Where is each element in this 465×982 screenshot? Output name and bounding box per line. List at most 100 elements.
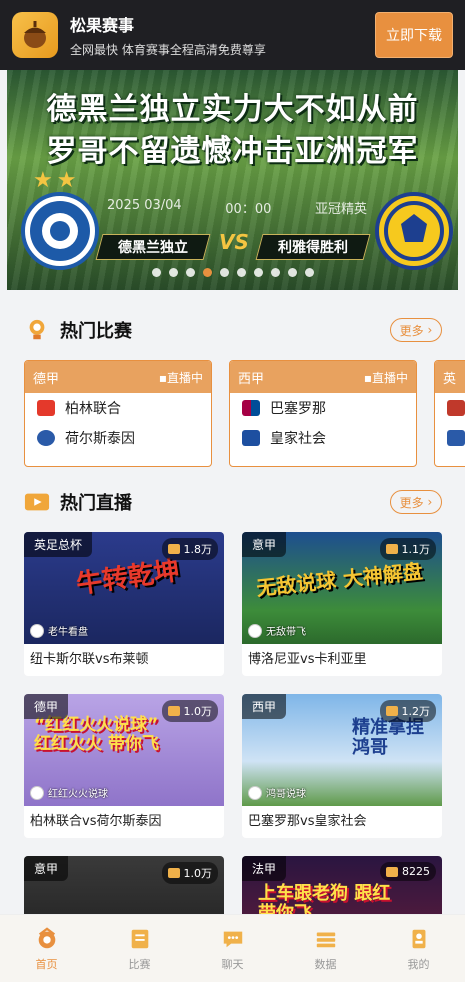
data-icon	[313, 926, 339, 952]
carousel-dot[interactable]	[185, 268, 195, 277]
banner-vs: VS	[219, 230, 249, 254]
views-badge: 1.2万	[379, 700, 436, 722]
banner-match-meta: 2025 03/04 00：00 亚冠精英	[107, 198, 367, 217]
match-card[interactable]: 德甲 ▪直播中 柏林联合 荷尔斯泰因	[24, 360, 212, 467]
bottom-tab-bar: 首页 比赛 聊天 数据 我的	[0, 914, 465, 982]
views-icon	[167, 868, 180, 878]
anchor-info: 红红火火说球	[30, 785, 108, 800]
carousel-dot-active[interactable]	[202, 268, 212, 277]
live-status: ▪直播中	[158, 370, 203, 385]
league-badge: 法甲	[242, 856, 287, 881]
profile-icon	[406, 926, 432, 952]
stream-thumbnail: 精准拿捏 鸿哥 西甲 1.2万 鸿哥说球	[242, 694, 442, 806]
league-badge: 西甲	[242, 694, 287, 719]
views-icon	[167, 544, 180, 554]
tab-data[interactable]: 数据	[279, 915, 372, 982]
live-stream-card[interactable]: 精准拿捏 鸿哥 西甲 1.2万 鸿哥说球 巴塞罗那vs皇家社会	[242, 694, 442, 838]
banner-carousel[interactable]: 德黑兰独立实力大不如从前 罗哥不留遗憾冲击亚洲冠军 ★★ 2025 03/04 …	[7, 70, 458, 290]
carousel-dot[interactable]	[304, 268, 314, 277]
hot-live-title: 热门直播	[60, 493, 132, 514]
banner-home-team: 德黑兰独立	[95, 234, 211, 260]
app-logo-icon	[12, 12, 58, 58]
holstein-kiel-crest-icon	[37, 430, 55, 446]
tab-label: 我的	[407, 957, 430, 971]
league-badge: 英足总杯	[24, 532, 93, 557]
tab-home[interactable]: 首页	[0, 915, 93, 982]
away-team	[435, 423, 465, 453]
carousel-dot[interactable]	[253, 268, 263, 277]
carousel-dot[interactable]	[287, 268, 297, 277]
banner-league: 亚冠精英	[314, 202, 367, 217]
thumbnail-caption: 精准拿捏 鸿哥	[352, 717, 424, 758]
app-info: 松果赛事 全网最快 体育赛事全程高清免费尊享	[70, 12, 375, 58]
views-badge: 1.0万	[161, 862, 218, 884]
tab-profile[interactable]: 我的	[372, 915, 465, 982]
tab-matches[interactable]: 比赛	[93, 915, 186, 982]
hot-matches-title: 热门比赛	[60, 321, 132, 342]
match-card-header: 德甲 ▪直播中	[25, 361, 211, 393]
team-crest-icon	[447, 430, 465, 446]
views-icon	[386, 866, 398, 877]
app-name: 松果赛事	[70, 16, 135, 35]
live-tv-icon	[24, 489, 50, 515]
league-badge: 意甲	[242, 532, 287, 557]
hot-live-header: 热门直播 更多 ›	[24, 487, 442, 517]
download-button[interactable]: 立即下载	[375, 12, 453, 58]
stream-thumbnail: “红红火火说球” 红红火火 带你飞 德甲 1.0万 红红火火说球	[24, 694, 224, 806]
trophy-icon	[24, 317, 50, 343]
views-icon	[167, 706, 180, 716]
anchor-info: 无敌带飞	[248, 623, 306, 638]
match-icon	[127, 926, 153, 952]
banner-away-team: 利雅得胜利	[255, 234, 371, 260]
league-badge: 意甲	[24, 856, 69, 881]
hot-live-more-button[interactable]: 更多 ›	[390, 490, 442, 514]
away-team: 荷尔斯泰因	[25, 423, 211, 453]
hot-matches-list: 德甲 ▪直播中 柏林联合 荷尔斯泰因 西甲 ▪直播中 巴塞罗那 皇家社会 英	[24, 360, 465, 468]
hot-matches-more-button[interactable]: 更多 ›	[390, 318, 442, 342]
stream-thumbnail: 牛转乾坤 英足总杯 1.8万 老牛看盘	[24, 532, 224, 644]
live-stream-card[interactable]: “红红火火说球” 红红火火 带你飞 德甲 1.0万 红红火火说球 柏林联合vs荷…	[24, 694, 224, 838]
views-badge: 1.8万	[161, 538, 218, 560]
home-team	[435, 393, 465, 423]
team-crest-icon	[447, 400, 465, 416]
hot-matches-header: 热门比赛 更多 ›	[24, 315, 442, 345]
live-stream-card[interactable]: 牛转乾坤 英足总杯 1.8万 老牛看盘 纽卡斯尔联vs布莱顿	[24, 532, 224, 676]
home-team: 柏林联合	[25, 393, 211, 423]
match-league: 德甲	[33, 371, 60, 387]
tab-label: 比赛	[128, 957, 151, 971]
app-download-bar: 松果赛事 全网最快 体育赛事全程高清免费尊享 立即下载	[0, 0, 465, 70]
views-badge: 8225	[380, 862, 436, 881]
barcelona-crest-icon	[242, 400, 260, 416]
carousel-dot[interactable]	[236, 268, 246, 277]
carousel-dot[interactable]	[151, 268, 161, 277]
home-icon	[34, 926, 60, 952]
tab-chat[interactable]: 聊天	[186, 915, 279, 982]
live-stream-card[interactable]: 无敌说球 大神解盘 意甲 1.1万 无敌带飞 博洛尼亚vs卡利亚里	[242, 532, 442, 676]
tab-label: 聊天	[221, 957, 244, 971]
match-card-header: 英	[435, 361, 465, 393]
match-card[interactable]: 英	[434, 360, 465, 467]
carousel-dot[interactable]	[219, 268, 229, 277]
stream-title: 巴塞罗那vs皇家社会	[248, 814, 367, 829]
live-status: ▪直播中	[363, 370, 408, 385]
banner-headline-2: 罗哥不留遗憾冲击亚洲冠军	[46, 134, 419, 169]
anchor-avatar	[248, 623, 262, 638]
stream-thumbnail: 无敌说球 大神解盘 意甲 1.1万 无敌带飞	[242, 532, 442, 644]
esteghlal-crest-icon	[21, 192, 99, 270]
views-icon	[385, 706, 398, 716]
views-icon	[385, 544, 398, 554]
stars-icon: ★★	[33, 168, 81, 193]
al-nassr-crest-icon	[375, 192, 453, 270]
carousel-dot[interactable]	[270, 268, 280, 277]
banner-time: 00：00	[225, 202, 272, 217]
match-league: 西甲	[238, 371, 265, 387]
chat-icon	[220, 926, 246, 952]
banner-date: 2025 03/04	[107, 198, 182, 213]
carousel-dot[interactable]	[168, 268, 178, 277]
match-card[interactable]: 西甲 ▪直播中 巴塞罗那 皇家社会	[229, 360, 417, 467]
match-league: 英	[443, 371, 457, 387]
home-team: 巴塞罗那	[230, 393, 416, 423]
union-berlin-crest-icon	[37, 400, 55, 416]
banner-headline-1: 德黑兰独立实力大不如从前	[46, 92, 419, 127]
carousel-indicator	[7, 268, 458, 277]
